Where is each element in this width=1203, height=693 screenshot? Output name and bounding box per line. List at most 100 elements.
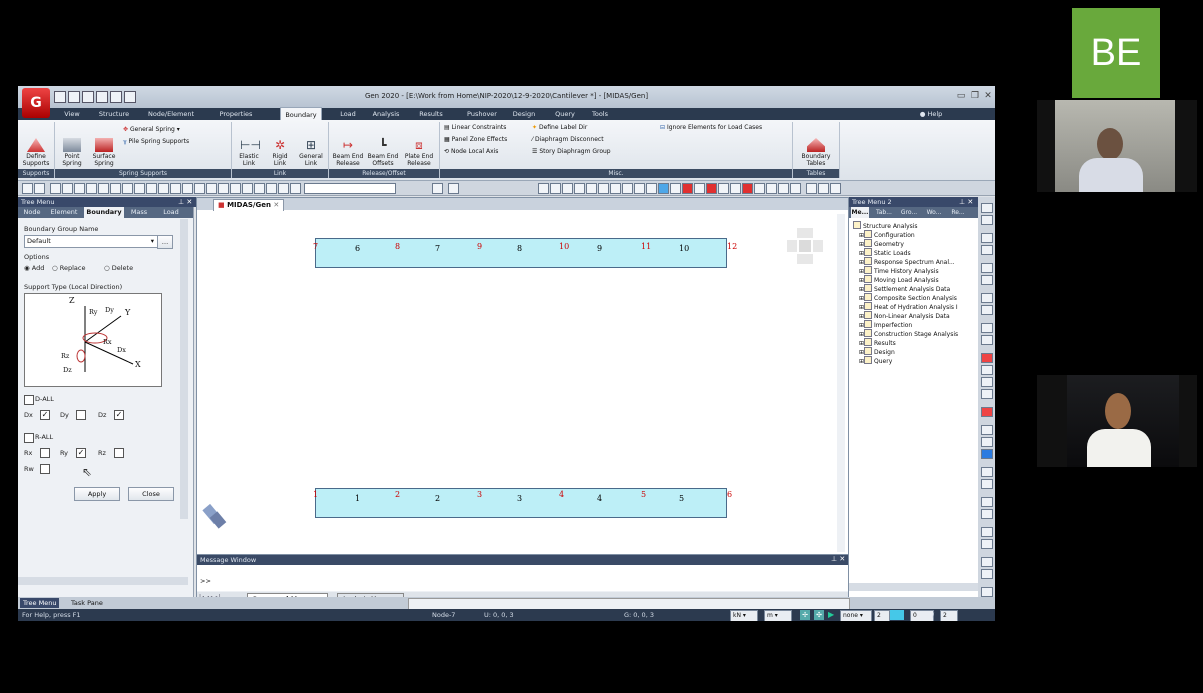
red-tool-icon[interactable] (981, 353, 993, 363)
tree-item-geometry[interactable]: ⊞ Geometry (859, 239, 904, 248)
view-iso3-icon[interactable] (981, 587, 993, 597)
model-view[interactable]: ■ MIDAS/Gen ✕ 7 8 9 10 11 12 6 7 8 9 10 … (196, 197, 850, 555)
xz-plane-icon[interactable] (622, 183, 633, 194)
tab-mass-panel[interactable]: Mass (126, 207, 152, 218)
lock-icon[interactable] (830, 183, 841, 194)
select-intersect-icon[interactable] (86, 183, 97, 194)
elastic-link-button[interactable]: ⊢⊣ Elastic Link (234, 124, 264, 174)
tree-item-results[interactable]: ⊞ Results (859, 338, 896, 347)
rx-checkbox[interactable] (40, 448, 50, 458)
color-swatch[interactable] (890, 610, 904, 620)
tree-item-construction-stage[interactable]: ⊞ Construction Stage Analysis (859, 329, 958, 338)
node-snap-icon[interactable] (562, 183, 573, 194)
view-front-icon[interactable] (981, 467, 993, 477)
display-icon[interactable] (206, 183, 217, 194)
grid-snap-icon[interactable] (550, 183, 561, 194)
story-diaphragm-button[interactable]: ☰ Story Diaphragm Group (532, 148, 611, 155)
node-local-axis-button[interactable]: ⟲ Node Local Axis (444, 148, 498, 155)
zoom-all-icon[interactable] (981, 389, 993, 399)
boundary-group-combo[interactable]: Default ▾ (24, 235, 158, 248)
dy-checkbox[interactable] (76, 410, 86, 420)
tree-item-static-loads[interactable]: ⊞ Static Loads (859, 248, 911, 257)
rz-checkbox[interactable] (114, 448, 124, 458)
ignore-elements-button[interactable]: ⊟ Ignore Elements for Load Cases (660, 124, 762, 131)
tab-view[interactable]: View (58, 108, 86, 120)
right-panel-hscrollbar[interactable] (849, 583, 979, 591)
left-panel-scrollbar[interactable] (180, 219, 188, 519)
front-view-icon[interactable] (646, 183, 657, 194)
tree-item-settlement[interactable]: ⊞ Settlement Analysis Data (859, 284, 950, 293)
panel-zone-button[interactable]: ▦ Panel Zone Effects (444, 136, 507, 143)
tab-task-pane[interactable]: Task Pane (68, 598, 106, 608)
node-number-icon[interactable] (218, 183, 229, 194)
apply-button[interactable]: Apply (74, 487, 120, 501)
ucs-icon[interactable] (586, 183, 597, 194)
top-view-icon[interactable] (658, 183, 669, 194)
render-icon[interactable] (266, 183, 277, 194)
left-view-icon[interactable] (670, 183, 681, 194)
beam-end-release-button[interactable]: ↦ Beam End Release (331, 124, 365, 174)
tab-load-panel[interactable]: Load (156, 207, 186, 218)
tab-results[interactable]: Results (414, 108, 448, 120)
regen-icon[interactable] (766, 183, 777, 194)
view-iso2-icon[interactable] (981, 569, 993, 579)
view-bottom-icon[interactable] (981, 539, 993, 549)
view-cube[interactable] (787, 228, 823, 264)
doc-close-icon[interactable]: ✕ (273, 201, 279, 209)
tree-item-structure-analysis[interactable]: Structure Analysis (853, 221, 918, 230)
close-icon[interactable]: ✕ (981, 90, 995, 102)
select-icon[interactable] (50, 183, 61, 194)
none-select[interactable]: none ▾ (840, 610, 872, 621)
rotate-view-icon[interactable] (981, 323, 993, 333)
grid-view-icon[interactable] (981, 233, 993, 243)
boundary-tables-button[interactable]: Boundary Tables (797, 124, 835, 174)
help-menu[interactable]: ● Help (914, 108, 948, 120)
tab-tools[interactable]: Tools (586, 108, 614, 120)
undo-icon[interactable] (22, 183, 33, 194)
grid-toggle-icon[interactable]: ✣ (814, 610, 824, 620)
zoom-fit-icon[interactable] (158, 183, 169, 194)
iso-view-icon[interactable] (634, 183, 645, 194)
hand-icon[interactable] (981, 437, 993, 447)
tree-item-design[interactable]: ⊞ Design (859, 347, 895, 356)
general-link-button[interactable]: ⊞ General Link (296, 124, 326, 174)
snap-icon[interactable] (290, 183, 301, 194)
tree2-close-icon[interactable]: ⊥ ✕ (959, 198, 973, 206)
tab-query[interactable]: Query (550, 108, 580, 120)
status-field-3[interactable]: 2 (940, 610, 958, 621)
tree-item-heat-of-hydration[interactable]: ⊞ Heat of Hydration Analysis I (859, 302, 958, 311)
tab-structure[interactable]: Structure (94, 108, 134, 120)
tree-item-composite-section[interactable]: ⊞ Composite Section Analysis (859, 293, 957, 302)
restore-icon[interactable]: ❐ (968, 90, 982, 102)
tab-reports[interactable]: Re... (947, 207, 969, 218)
add-radio[interactable]: ◉ Add (24, 264, 44, 272)
rw-checkbox[interactable] (40, 464, 50, 474)
tab-properties[interactable]: Properties (214, 108, 258, 120)
support-display-icon[interactable] (706, 183, 717, 194)
select-previous-icon[interactable] (122, 183, 133, 194)
grid-icon[interactable] (538, 183, 549, 194)
zoom-out-icon[interactable] (981, 377, 993, 387)
tab-load[interactable]: Load (336, 108, 360, 120)
tree-item-query[interactable]: ⊞ Query (859, 356, 892, 365)
select-window-icon[interactable] (62, 183, 73, 194)
shrink-icon[interactable] (242, 183, 253, 194)
status-field-2[interactable]: 0 (910, 610, 934, 621)
play-icon[interactable]: ▶ (828, 610, 836, 620)
status-field-1[interactable]: 2 (874, 610, 890, 621)
group-browse-button[interactable]: … (157, 235, 173, 249)
diaphragm-disconnect-button[interactable]: ⁄ Diaphragm Disconnect (532, 136, 604, 143)
command-combo[interactable] (304, 183, 396, 194)
tree-item-nonlinear[interactable]: ⊞ Non-Linear Analysis Data (859, 311, 950, 320)
hidden-icon[interactable] (254, 183, 265, 194)
left-panel-hscrollbar[interactable] (18, 577, 188, 585)
capture-icon[interactable] (818, 183, 829, 194)
xy-plane-icon[interactable] (598, 183, 609, 194)
message-output[interactable] (197, 565, 849, 591)
tab-works[interactable]: Wo... (923, 207, 945, 218)
view-right-icon[interactable] (981, 509, 993, 519)
filter-icon[interactable] (432, 183, 443, 194)
query-icon[interactable] (146, 183, 157, 194)
tab-tree-menu[interactable]: Tree Menu (20, 598, 60, 608)
line-grid-icon[interactable] (574, 183, 585, 194)
